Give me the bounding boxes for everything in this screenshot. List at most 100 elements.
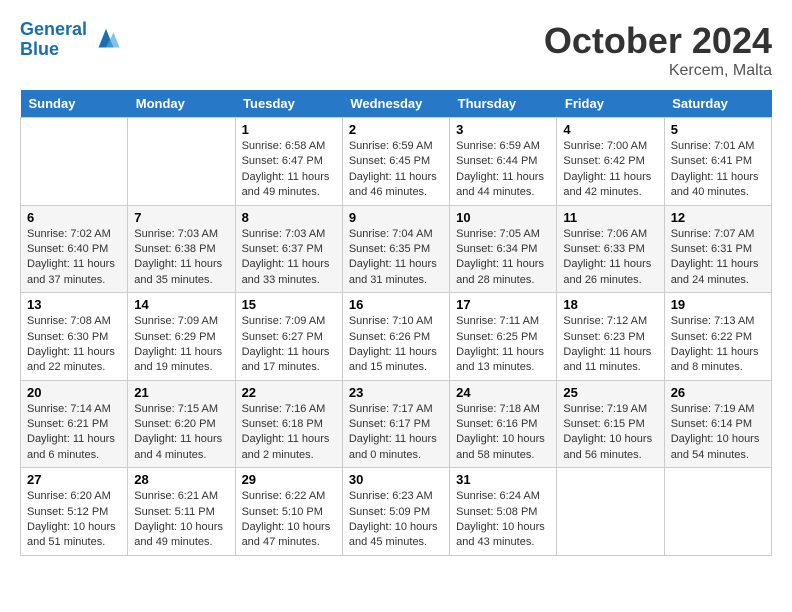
calendar-cell: 21 Sunrise: 7:15 AM Sunset: 6:20 PM Dayli… bbox=[128, 380, 235, 468]
calendar-cell: 19 Sunrise: 7:13 AM Sunset: 6:22 PM Dayli… bbox=[664, 293, 771, 381]
day-number: 13 bbox=[27, 297, 121, 312]
day-detail: Sunrise: 7:07 AM Sunset: 6:31 PM Dayligh… bbox=[671, 227, 765, 289]
day-number: 7 bbox=[134, 210, 228, 225]
weekday-header: Sunday bbox=[21, 90, 128, 118]
day-detail: Sunrise: 6:24 AM Sunset: 5:08 PM Dayligh… bbox=[456, 489, 550, 551]
day-detail: Sunrise: 6:20 AM Sunset: 5:12 PM Dayligh… bbox=[27, 489, 121, 551]
day-number: 14 bbox=[134, 297, 228, 312]
day-number: 5 bbox=[671, 122, 765, 137]
location-title: Kercem, Malta bbox=[544, 62, 772, 80]
day-number: 2 bbox=[349, 122, 443, 137]
calendar-cell: 6 Sunrise: 7:02 AM Sunset: 6:40 PM Daylig… bbox=[21, 205, 128, 293]
day-number: 29 bbox=[242, 472, 336, 487]
weekday-header: Thursday bbox=[450, 90, 557, 118]
calendar-cell: 12 Sunrise: 7:07 AM Sunset: 6:31 PM Dayli… bbox=[664, 205, 771, 293]
logo-blue: Blue bbox=[20, 40, 87, 60]
day-number: 4 bbox=[563, 122, 657, 137]
day-detail: Sunrise: 7:15 AM Sunset: 6:20 PM Dayligh… bbox=[134, 402, 228, 464]
calendar-cell: 25 Sunrise: 7:19 AM Sunset: 6:15 PM Dayli… bbox=[557, 380, 664, 468]
calendar-cell: 27 Sunrise: 6:20 AM Sunset: 5:12 PM Dayli… bbox=[21, 468, 128, 556]
day-number: 8 bbox=[242, 210, 336, 225]
calendar-cell: 4 Sunrise: 7:00 AM Sunset: 6:42 PM Daylig… bbox=[557, 118, 664, 206]
day-number: 3 bbox=[456, 122, 550, 137]
calendar-cell: 14 Sunrise: 7:09 AM Sunset: 6:29 PM Dayli… bbox=[128, 293, 235, 381]
calendar-cell: 29Sunrise: 6:22 AM Sunset: 5:10 PM Dayli… bbox=[235, 468, 342, 556]
day-detail: Sunrise: 7:03 AM Sunset: 6:37 PM Dayligh… bbox=[242, 227, 336, 289]
weekday-header: Tuesday bbox=[235, 90, 342, 118]
weekday-header: Friday bbox=[557, 90, 664, 118]
day-number: 9 bbox=[349, 210, 443, 225]
day-detail: Sunrise: 7:03 AM Sunset: 6:38 PM Dayligh… bbox=[134, 227, 228, 289]
calendar-cell bbox=[664, 468, 771, 556]
title-block: October 2024 Kercem, Malta bbox=[544, 20, 772, 80]
day-number: 19 bbox=[671, 297, 765, 312]
day-number: 11 bbox=[563, 210, 657, 225]
calendar-cell: 26Sunrise: 7:19 AM Sunset: 6:14 PM Dayli… bbox=[664, 380, 771, 468]
calendar-cell: 13 Sunrise: 7:08 AM Sunset: 6:30 PM Dayli… bbox=[21, 293, 128, 381]
calendar-cell: 15Sunrise: 7:09 AM Sunset: 6:27 PM Dayli… bbox=[235, 293, 342, 381]
day-number: 12 bbox=[671, 210, 765, 225]
month-title: October 2024 bbox=[544, 20, 772, 62]
calendar-cell: 31 Sunrise: 6:24 AM Sunset: 5:08 PM Dayli… bbox=[450, 468, 557, 556]
calendar-cell: 10 Sunrise: 7:05 AM Sunset: 6:34 PM Dayli… bbox=[450, 205, 557, 293]
day-number: 22 bbox=[242, 385, 336, 400]
calendar-cell: 20 Sunrise: 7:14 AM Sunset: 6:21 PM Dayli… bbox=[21, 380, 128, 468]
day-detail: Sunrise: 6:59 AM Sunset: 6:45 PM Dayligh… bbox=[349, 139, 443, 201]
day-number: 23 bbox=[349, 385, 443, 400]
day-number: 24 bbox=[456, 385, 550, 400]
calendar-cell: 9Sunrise: 7:04 AM Sunset: 6:35 PM Daylig… bbox=[342, 205, 449, 293]
calendar-cell: 17 Sunrise: 7:11 AM Sunset: 6:25 PM Dayli… bbox=[450, 293, 557, 381]
day-detail: Sunrise: 7:06 AM Sunset: 6:33 PM Dayligh… bbox=[563, 227, 657, 289]
calendar-cell: 23 Sunrise: 7:17 AM Sunset: 6:17 PM Dayli… bbox=[342, 380, 449, 468]
calendar-cell: 3 Sunrise: 6:59 AM Sunset: 6:44 PM Daylig… bbox=[450, 118, 557, 206]
day-number: 27 bbox=[27, 472, 121, 487]
day-number: 15 bbox=[242, 297, 336, 312]
day-detail: Sunrise: 7:09 AM Sunset: 6:29 PM Dayligh… bbox=[134, 314, 228, 376]
calendar-table: SundayMondayTuesdayWednesdayThursdayFrid… bbox=[20, 90, 772, 556]
day-detail: Sunrise: 7:00 AM Sunset: 6:42 PM Dayligh… bbox=[563, 139, 657, 201]
weekday-header: Monday bbox=[128, 90, 235, 118]
weekday-header: Saturday bbox=[664, 90, 771, 118]
day-number: 6 bbox=[27, 210, 121, 225]
calendar-cell: 22 Sunrise: 7:16 AM Sunset: 6:18 PM Dayli… bbox=[235, 380, 342, 468]
calendar-cell: 24Sunrise: 7:18 AM Sunset: 6:16 PM Dayli… bbox=[450, 380, 557, 468]
logo-text: General bbox=[20, 20, 87, 40]
day-detail: Sunrise: 7:13 AM Sunset: 6:22 PM Dayligh… bbox=[671, 314, 765, 376]
day-number: 21 bbox=[134, 385, 228, 400]
logo-icon bbox=[91, 25, 121, 55]
day-detail: Sunrise: 6:21 AM Sunset: 5:11 PM Dayligh… bbox=[134, 489, 228, 551]
calendar-cell bbox=[21, 118, 128, 206]
day-number: 30 bbox=[349, 472, 443, 487]
day-detail: Sunrise: 7:08 AM Sunset: 6:30 PM Dayligh… bbox=[27, 314, 121, 376]
day-detail: Sunrise: 6:59 AM Sunset: 6:44 PM Dayligh… bbox=[456, 139, 550, 201]
day-detail: Sunrise: 7:14 AM Sunset: 6:21 PM Dayligh… bbox=[27, 402, 121, 464]
calendar-cell: 28Sunrise: 6:21 AM Sunset: 5:11 PM Dayli… bbox=[128, 468, 235, 556]
calendar-cell: 5Sunrise: 7:01 AM Sunset: 6:41 PM Daylig… bbox=[664, 118, 771, 206]
day-number: 25 bbox=[563, 385, 657, 400]
day-detail: Sunrise: 6:23 AM Sunset: 5:09 PM Dayligh… bbox=[349, 489, 443, 551]
day-number: 18 bbox=[563, 297, 657, 312]
calendar-header: SundayMondayTuesdayWednesdayThursdayFrid… bbox=[21, 90, 772, 118]
day-number: 17 bbox=[456, 297, 550, 312]
logo-general: General bbox=[20, 19, 87, 39]
day-detail: Sunrise: 7:19 AM Sunset: 6:15 PM Dayligh… bbox=[563, 402, 657, 464]
calendar-cell: 30 Sunrise: 6:23 AM Sunset: 5:09 PM Dayli… bbox=[342, 468, 449, 556]
day-detail: Sunrise: 7:17 AM Sunset: 6:17 PM Dayligh… bbox=[349, 402, 443, 464]
calendar-week-row: 1Sunrise: 6:58 AM Sunset: 6:47 PM Daylig… bbox=[21, 118, 772, 206]
day-number: 31 bbox=[456, 472, 550, 487]
day-detail: Sunrise: 7:10 AM Sunset: 6:26 PM Dayligh… bbox=[349, 314, 443, 376]
day-detail: Sunrise: 7:16 AM Sunset: 6:18 PM Dayligh… bbox=[242, 402, 336, 464]
day-detail: Sunrise: 7:11 AM Sunset: 6:25 PM Dayligh… bbox=[456, 314, 550, 376]
day-detail: Sunrise: 7:02 AM Sunset: 6:40 PM Dayligh… bbox=[27, 227, 121, 289]
calendar-week-row: 6 Sunrise: 7:02 AM Sunset: 6:40 PM Daylig… bbox=[21, 205, 772, 293]
day-number: 20 bbox=[27, 385, 121, 400]
day-detail: Sunrise: 7:05 AM Sunset: 6:34 PM Dayligh… bbox=[456, 227, 550, 289]
calendar-cell: 1Sunrise: 6:58 AM Sunset: 6:47 PM Daylig… bbox=[235, 118, 342, 206]
day-number: 1 bbox=[242, 122, 336, 137]
calendar-week-row: 27 Sunrise: 6:20 AM Sunset: 5:12 PM Dayli… bbox=[21, 468, 772, 556]
calendar-week-row: 20 Sunrise: 7:14 AM Sunset: 6:21 PM Dayli… bbox=[21, 380, 772, 468]
day-number: 26 bbox=[671, 385, 765, 400]
calendar-cell: 2 Sunrise: 6:59 AM Sunset: 6:45 PM Daylig… bbox=[342, 118, 449, 206]
calendar-cell: 8 Sunrise: 7:03 AM Sunset: 6:37 PM Daylig… bbox=[235, 205, 342, 293]
day-number: 10 bbox=[456, 210, 550, 225]
